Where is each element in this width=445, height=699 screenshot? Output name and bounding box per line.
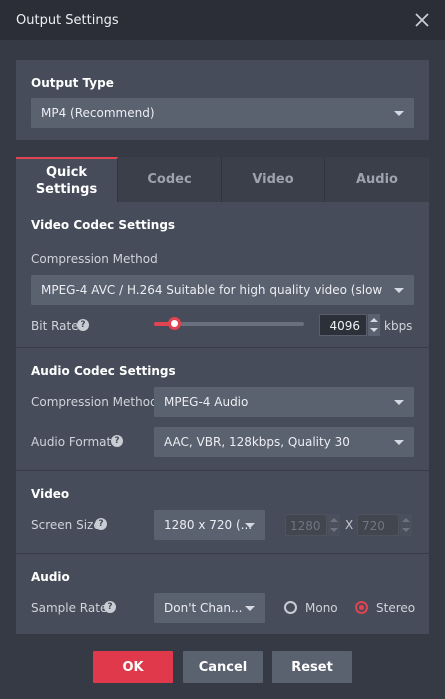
reset-button[interactable]: Reset	[272, 651, 352, 683]
sample-rate-label: Sample Rate	[31, 601, 108, 615]
mono-label[interactable]: Mono	[305, 601, 338, 615]
screen-size-label: Screen Size	[31, 518, 101, 532]
tab-codec-label: Codec	[147, 172, 192, 187]
size-separator: X	[345, 518, 354, 532]
bitrate-slider-thumb[interactable]	[167, 317, 181, 330]
quick-settings-panel	[16, 202, 429, 634]
help-icon[interactable]: ?	[95, 518, 107, 530]
tab-audio[interactable]: Audio	[325, 157, 429, 202]
width-stepper[interactable]	[328, 514, 340, 536]
help-icon[interactable]: ?	[111, 435, 123, 447]
ok-button[interactable]: OK	[93, 651, 173, 683]
cancel-button[interactable]: Cancel	[183, 651, 263, 683]
section-divider	[16, 470, 429, 471]
video-heading: Video	[31, 487, 70, 501]
screen-size-value: 1280 x 720 (...	[164, 518, 253, 532]
chevron-down-icon	[394, 400, 404, 405]
output-type-select[interactable]: MP4 (Recommend)	[31, 98, 414, 128]
audio-heading: Audio	[31, 570, 70, 584]
tab-quick-settings[interactable]: Quick Settings	[16, 157, 118, 202]
sample-rate-value: Don't Chan...	[164, 601, 243, 615]
height-input[interactable]: 720	[357, 514, 399, 536]
stepper-down-icon[interactable]	[402, 528, 410, 532]
audio-codec-heading: Audio Codec Settings	[31, 364, 176, 378]
tab-audio-label: Audio	[355, 172, 398, 187]
tab-video[interactable]: Video	[222, 157, 325, 202]
bitrate-unit: kbps	[384, 319, 413, 333]
video-compression-select[interactable]: MPEG-4 AVC / H.264 Suitable for high qua…	[31, 275, 414, 305]
section-divider	[16, 553, 429, 554]
audio-compression-select[interactable]: MPEG-4 Audio	[154, 387, 414, 417]
audio-compression-value: MPEG-4 Audio	[164, 395, 249, 409]
mono-radio[interactable]	[284, 601, 297, 614]
help-icon[interactable]: ?	[77, 319, 89, 331]
screen-size-select[interactable]: 1280 x 720 (...	[154, 510, 265, 540]
close-icon[interactable]	[412, 10, 432, 30]
title-bar: Output Settings	[0, 0, 445, 40]
bitrate-stepper[interactable]	[368, 314, 380, 336]
settings-tabs: Quick Settings Codec Video Audio	[16, 157, 429, 202]
output-type-heading: Output Type	[31, 76, 114, 90]
output-type-value: MP4 (Recommend)	[41, 106, 155, 120]
stepper-up-icon[interactable]	[370, 318, 378, 322]
stereo-radio[interactable]	[355, 601, 368, 614]
ok-button-label: OK	[122, 659, 144, 675]
chevron-down-icon	[394, 440, 404, 445]
tab-quick-settings-label: Quick Settings	[35, 164, 98, 197]
bitrate-input[interactable]: 4096	[319, 314, 367, 336]
video-compression-label: Compression Method	[31, 252, 158, 266]
audio-format-value: AAC, VBR, 128kbps, Quality 30	[164, 435, 350, 449]
bitrate-label: Bit Rate	[31, 319, 79, 333]
video-compression-value: MPEG-4 AVC / H.264 Suitable for high qua…	[41, 283, 386, 297]
chevron-down-icon	[394, 111, 404, 116]
cancel-button-label: Cancel	[198, 659, 248, 675]
audio-compression-label: Compression Method	[31, 395, 158, 409]
audio-format-select[interactable]: AAC, VBR, 128kbps, Quality 30	[154, 427, 414, 457]
width-input[interactable]: 1280	[285, 514, 327, 536]
help-icon[interactable]: ?	[104, 601, 116, 613]
tab-video-label: Video	[252, 172, 294, 187]
audio-format-label: Audio Format	[31, 435, 112, 449]
window-title: Output Settings	[16, 13, 119, 28]
sample-rate-select[interactable]: Don't Chan...	[154, 593, 265, 623]
video-codec-heading: Video Codec Settings	[31, 218, 176, 232]
section-divider	[16, 347, 429, 348]
chevron-down-icon	[245, 606, 255, 611]
stepper-up-icon[interactable]	[402, 518, 410, 522]
stereo-label[interactable]: Stereo	[376, 601, 415, 615]
height-stepper[interactable]	[400, 514, 412, 536]
chevron-down-icon	[394, 288, 404, 293]
tab-codec[interactable]: Codec	[118, 157, 222, 202]
reset-button-label: Reset	[291, 659, 333, 675]
stepper-up-icon[interactable]	[330, 518, 338, 522]
chevron-down-icon	[245, 523, 255, 528]
stepper-down-icon[interactable]	[330, 528, 338, 532]
stepper-down-icon[interactable]	[370, 328, 378, 332]
